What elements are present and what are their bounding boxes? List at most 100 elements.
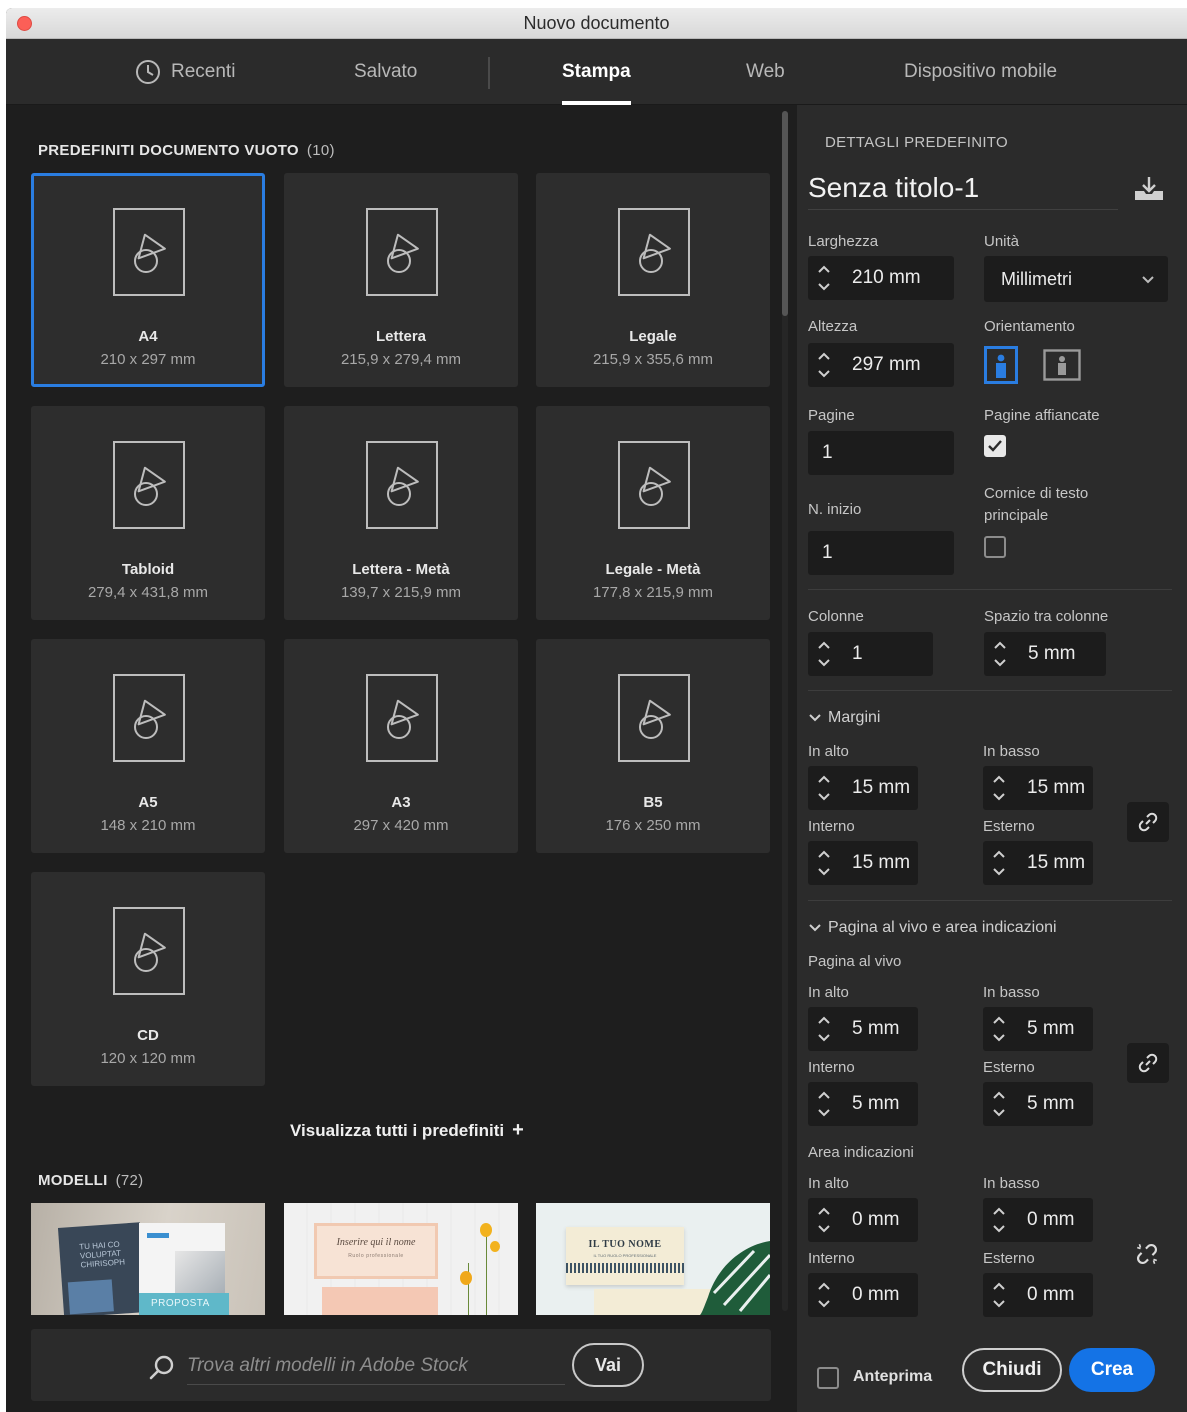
stepper-icon[interactable] (814, 347, 834, 383)
document-icon (366, 208, 438, 296)
close-button[interactable]: Chiudi (962, 1348, 1062, 1392)
new-document-window: Nuovo documento Recenti Salvato Stampa W… (6, 8, 1187, 1412)
margin-top-label: In alto (808, 743, 849, 760)
preset-name: A3 (391, 794, 411, 811)
column-gutter-field[interactable]: 5 mm (984, 632, 1106, 676)
tab-separator (488, 57, 490, 89)
divider (808, 690, 1172, 691)
name-card-pattern (566, 1263, 684, 1273)
document-icon (113, 674, 185, 762)
stepper-icon[interactable] (814, 770, 834, 806)
preset-size: 177,8 x 215,9 mm (592, 584, 714, 601)
columns-label: Colonne (808, 608, 864, 625)
margin-inside-label: Interno (808, 818, 855, 835)
bleed-top-field[interactable]: 5 mm (808, 1007, 918, 1051)
bleed-link-button[interactable] (1127, 1043, 1169, 1083)
stepper-icon[interactable] (814, 636, 834, 672)
preset-size: 210 x 297 mm (100, 351, 196, 368)
stepper-icon[interactable] (989, 1277, 1009, 1313)
tab-mobile[interactable]: Dispositivo mobile (904, 39, 1057, 105)
stepper-icon[interactable] (989, 845, 1009, 881)
divider (808, 589, 1172, 590)
bleed-bottom-field[interactable]: 5 mm (983, 1007, 1093, 1051)
preset-card-letter[interactable]: Lettera 215,9 x 279,4 mm (284, 173, 518, 387)
start-page-label: N. inizio (808, 501, 862, 518)
bleed-inside-label: Interno (808, 1059, 855, 1076)
view-all-presets-link[interactable]: Visualizza tutti i predefiniti + (290, 1119, 524, 1142)
stepper-icon[interactable] (989, 1086, 1009, 1122)
stepper-icon[interactable] (989, 1202, 1009, 1238)
width-label: Larghezza (808, 233, 879, 250)
tab-recent[interactable]: Recenti (135, 39, 235, 105)
checkmark-icon (988, 440, 1002, 452)
start-page-field[interactable]: 1 (808, 531, 954, 575)
margins-link-button[interactable] (1127, 802, 1169, 842)
stock-search-input[interactable] (187, 1347, 565, 1385)
preset-card-tabloid[interactable]: Tabloid 279,4 x 431,8 mm (31, 406, 265, 620)
flower-head (460, 1271, 472, 1285)
scrollbar-thumb[interactable] (782, 111, 788, 316)
go-button[interactable]: Vai (572, 1343, 644, 1387)
template-thumb-business-card[interactable]: Inserire qui il nome Ruolo professionale (284, 1203, 518, 1315)
primary-text-frame-checkbox[interactable] (984, 536, 1006, 558)
margins-section-toggle[interactable]: Margini (808, 709, 880, 727)
preset-size: 120 x 120 mm (100, 1050, 196, 1067)
margin-bottom-field[interactable]: 15 mm (983, 766, 1093, 810)
columns-field[interactable]: 1 (808, 632, 933, 676)
stepper-icon[interactable] (814, 1202, 834, 1238)
preset-card-legal-half[interactable]: Legale - Metà 177,8 x 215,9 mm (536, 406, 770, 620)
landscape-orientation-icon[interactable] (1043, 349, 1081, 381)
tab-print[interactable]: Stampa (562, 39, 631, 105)
template-thumb-brochure[interactable]: TU HAI CO VOLUPTAT CHIRISOPH PROPOSTA (31, 1203, 265, 1315)
tab-web[interactable]: Web (746, 39, 785, 105)
preset-card-a5[interactable]: A5 148 x 210 mm (31, 639, 265, 853)
preset-details-panel: DETTAGLI PREDEFINITO Senza titolo-1 Larg… (797, 105, 1187, 1412)
margin-outside-label: Esterno (983, 818, 1035, 835)
pages-field[interactable]: 1 (808, 431, 954, 475)
units-select[interactable]: Millimetri (984, 256, 1168, 302)
bleed-outside-field[interactable]: 5 mm (983, 1082, 1093, 1126)
height-field[interactable]: 297 mm (808, 343, 954, 387)
stepper-icon[interactable] (814, 845, 834, 881)
tab-saved[interactable]: Salvato (354, 39, 417, 105)
bleed-bottom-label: In basso (983, 984, 1040, 1001)
document-name-field[interactable]: Senza titolo-1 (808, 166, 1118, 210)
slug-outside-field[interactable]: 0 mm (983, 1273, 1093, 1317)
stepper-icon[interactable] (989, 770, 1009, 806)
bleed-slug-section-toggle[interactable]: Pagina al vivo e area indicazioni (808, 919, 1057, 937)
margin-outside-field[interactable]: 15 mm (983, 841, 1093, 885)
stepper-icon[interactable] (814, 1086, 834, 1122)
brochure-logo (147, 1233, 169, 1238)
save-preset-icon[interactable] (1132, 175, 1166, 203)
stepper-icon[interactable] (814, 260, 834, 296)
preset-card-b5[interactable]: B5 176 x 250 mm (536, 639, 770, 853)
chevron-down-icon (809, 924, 821, 932)
preset-size: 139,7 x 215,9 mm (340, 584, 462, 601)
preset-card-legal[interactable]: Legale 215,9 x 355,6 mm (536, 173, 770, 387)
width-field[interactable]: 210 mm (808, 256, 954, 300)
bleed-inside-field[interactable]: 5 mm (808, 1082, 918, 1126)
portrait-orientation-icon[interactable] (984, 346, 1018, 384)
preset-card-letter-half[interactable]: Lettera - Metà 139,7 x 215,9 mm (284, 406, 518, 620)
slug-bottom-field[interactable]: 0 mm (983, 1198, 1093, 1242)
preview-checkbox[interactable] (817, 1367, 839, 1389)
margin-top-field[interactable]: 15 mm (808, 766, 918, 810)
stepper-icon[interactable] (989, 1011, 1009, 1047)
presets-scrollbar[interactable] (782, 111, 788, 1311)
slug-top-label: In alto (808, 1175, 849, 1192)
stepper-icon[interactable] (814, 1011, 834, 1047)
slug-top-field[interactable]: 0 mm (808, 1198, 918, 1242)
stock-search-bar: Vai (31, 1329, 771, 1401)
slug-unlink-button[interactable] (1134, 1241, 1160, 1267)
slug-inside-field[interactable]: 0 mm (808, 1273, 918, 1317)
preset-card-cd[interactable]: CD 120 x 120 mm (31, 872, 265, 1086)
facing-pages-checkbox[interactable] (984, 435, 1006, 457)
stepper-icon[interactable] (990, 636, 1010, 672)
preset-card-a3[interactable]: A3 297 x 420 mm (284, 639, 518, 853)
preset-card-a4[interactable]: A4 210 x 297 mm (31, 173, 265, 387)
template-thumb-name-card[interactable]: IL TUO NOME IL TUO RUOLO PROFESSIONALE (536, 1203, 770, 1315)
create-button[interactable]: Crea (1069, 1348, 1155, 1392)
margin-inside-field[interactable]: 15 mm (808, 841, 918, 885)
stepper-icon[interactable] (814, 1277, 834, 1313)
window-close-button[interactable] (17, 16, 32, 31)
